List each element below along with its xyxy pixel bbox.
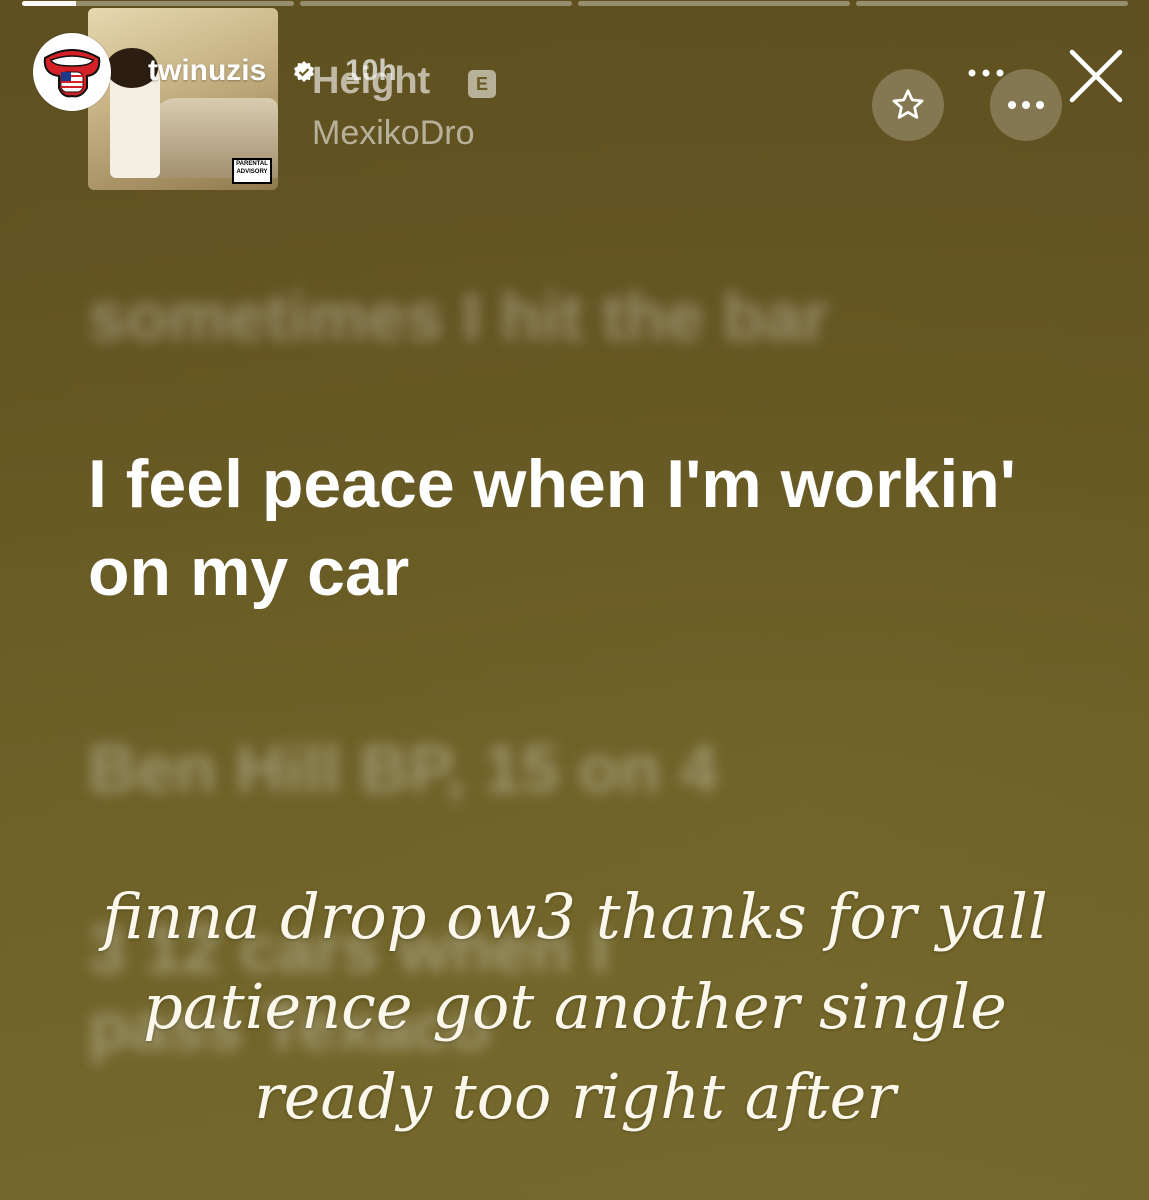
avatar[interactable] [33,33,111,111]
lyric-next-line: Ben Hill BP, 15 on 4 [88,731,718,807]
lyric-previous-line: sometimes I hit the bar [88,279,829,355]
progress-segment [578,1,850,6]
post-timestamp: 10h [345,54,397,87]
progress-segment [856,1,1128,6]
story-caption: finna drop ow3 thanks for yall patience … [102,880,1048,1133]
progress-segment [22,1,294,6]
progress-fill [22,1,77,6]
close-icon[interactable] [1066,46,1126,106]
rolling-tongue-logo-icon [43,49,101,98]
lyric-current-line: I feel peace when I'm workin' on my car [88,446,1016,610]
progress-segment [300,1,572,6]
artist-name[interactable]: MexikoDro [312,114,474,153]
story-more-icon[interactable] [966,68,1006,78]
album-art[interactable]: PARENTAL ADVISORY [88,8,278,190]
parental-advisory-label: PARENTAL ADVISORY [232,158,272,184]
verified-badge-icon [294,61,314,82]
star-icon [892,89,924,119]
username[interactable]: twinuzis [148,54,266,88]
explicit-badge: E [468,70,496,98]
star-button[interactable] [872,69,944,141]
story-progress-bar [0,0,1149,8]
more-icon [1008,101,1044,109]
song-more-button[interactable] [990,69,1062,141]
